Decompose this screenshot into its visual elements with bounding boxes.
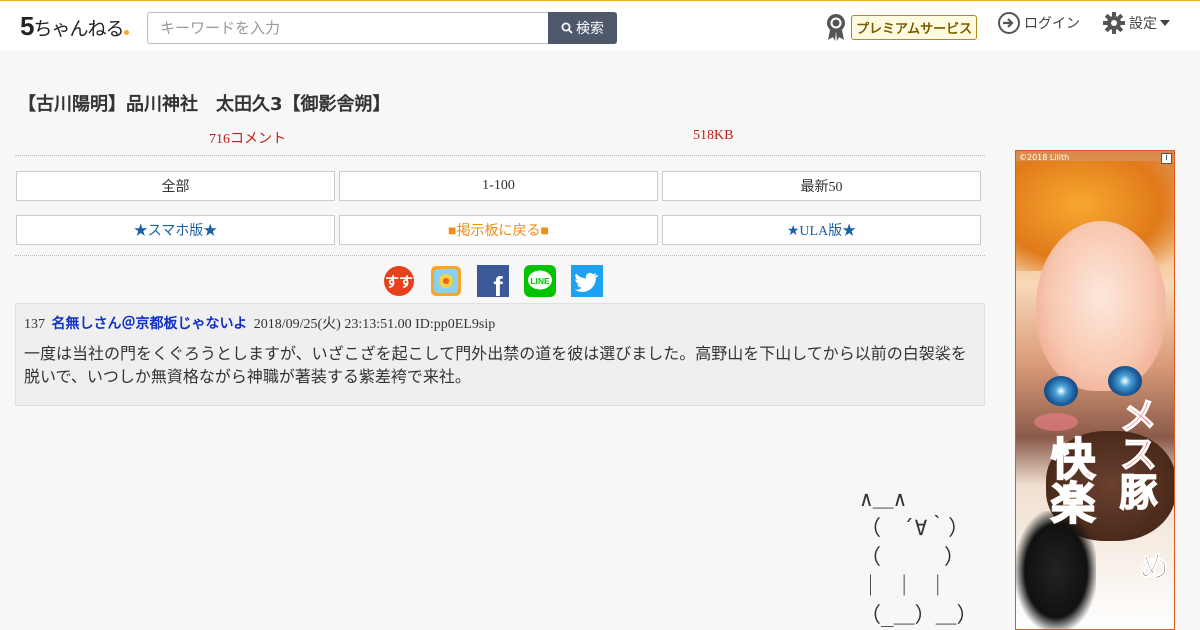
thread-meta: 716コメント 518KB [15, 126, 985, 156]
logo-dot [124, 30, 130, 35]
ad-blush [1034, 413, 1078, 431]
svg-text:LINE: LINE [530, 276, 550, 286]
back-to-board-button[interactable]: ■掲示板に戻る■ [339, 215, 658, 245]
ad-subtitle-2: まとめ [1133, 551, 1175, 612]
ad-copyright: ©2018 Lilith [1019, 153, 1070, 162]
smartphone-version-button[interactable]: ★スマホ版★ [16, 215, 335, 245]
ad-subtitle: 快楽 [1042, 435, 1095, 525]
range-nav: 全部 1-100 最新50 [16, 171, 981, 201]
poster-id[interactable]: ID:pp0EL9sip [415, 317, 495, 332]
caret-down-icon [1160, 20, 1170, 26]
share-bar: すす f LINE [383, 265, 603, 297]
svg-text:すす: すす [385, 275, 413, 291]
post-number[interactable]: 137 [24, 317, 45, 332]
top-navbar: 5ちゃんねる 検索 プレミアムサービス ログイン [0, 0, 1200, 50]
search-button[interactable]: 検索 [548, 12, 617, 44]
ad-info-icon[interactable]: i [1161, 153, 1172, 164]
advertisement-banner[interactable]: ©2018 Lilith i メス豚 快楽 まとめ [1015, 150, 1175, 630]
latest-50-button[interactable]: 最新50 [662, 171, 981, 201]
post-date: 2018/09/25(火) 23:13:51.00 [253, 317, 412, 332]
gear-icon [1103, 12, 1125, 34]
login-arrow-icon [998, 12, 1020, 34]
ula-version-button[interactable]: ★ULA版★ [662, 215, 981, 245]
ad-eye-left [1044, 376, 1078, 406]
ad-eye-right [1108, 366, 1142, 396]
ascii-art: ∧＿∧ （ ´∀｀） （ ） ｜ ｜ ｜ （_＿）＿） [860, 487, 978, 627]
thread-title: 【古川陽明】品川神社 太田久3【御影舎朔】 [18, 94, 391, 115]
ad-title: メス豚 [1112, 395, 1158, 511]
line-icon[interactable]: LINE [524, 265, 556, 297]
post-body: 一度は当社の門をくぐろうとしますが、いざこざを起こして門外出禁の道を彼は選びまし… [24, 344, 967, 386]
search-input[interactable] [147, 12, 549, 44]
comment-count: 716コメント [209, 132, 286, 147]
site-logo[interactable]: 5ちゃんねる [20, 11, 130, 42]
settings-menu[interactable]: 設定 [1102, 11, 1170, 35]
search-icon [561, 22, 573, 34]
ad-ink-splash [1016, 511, 1096, 629]
facebook-icon[interactable]: f [477, 265, 509, 297]
premium-service-link[interactable]: プレミアムサービス [824, 12, 978, 42]
sugoi-icon[interactable]: すす [383, 265, 415, 297]
posts-1-100-button[interactable]: 1-100 [339, 171, 658, 201]
poster-name: 名無しさん＠京都板じゃないよ [51, 316, 248, 332]
divider [15, 255, 985, 256]
login-link[interactable]: ログイン [997, 11, 1080, 35]
all-posts-button[interactable]: 全部 [16, 171, 335, 201]
app-icon[interactable] [430, 265, 462, 297]
award-ribbon-icon [827, 14, 845, 41]
post-137: 137 名無しさん＠京都板じゃないよ 2018/09/25(火) 23:13:5… [15, 303, 985, 406]
twitter-icon[interactable] [571, 265, 603, 297]
post-header: 137 名無しさん＠京都板じゃないよ 2018/09/25(火) 23:13:5… [24, 313, 495, 333]
ad-illustration-face [1036, 221, 1166, 391]
svg-text:f: f [493, 271, 503, 297]
thread-size: 518KB [693, 128, 734, 143]
version-nav: ★スマホ版★ ■掲示板に戻る■ ★ULA版★ [16, 215, 981, 245]
